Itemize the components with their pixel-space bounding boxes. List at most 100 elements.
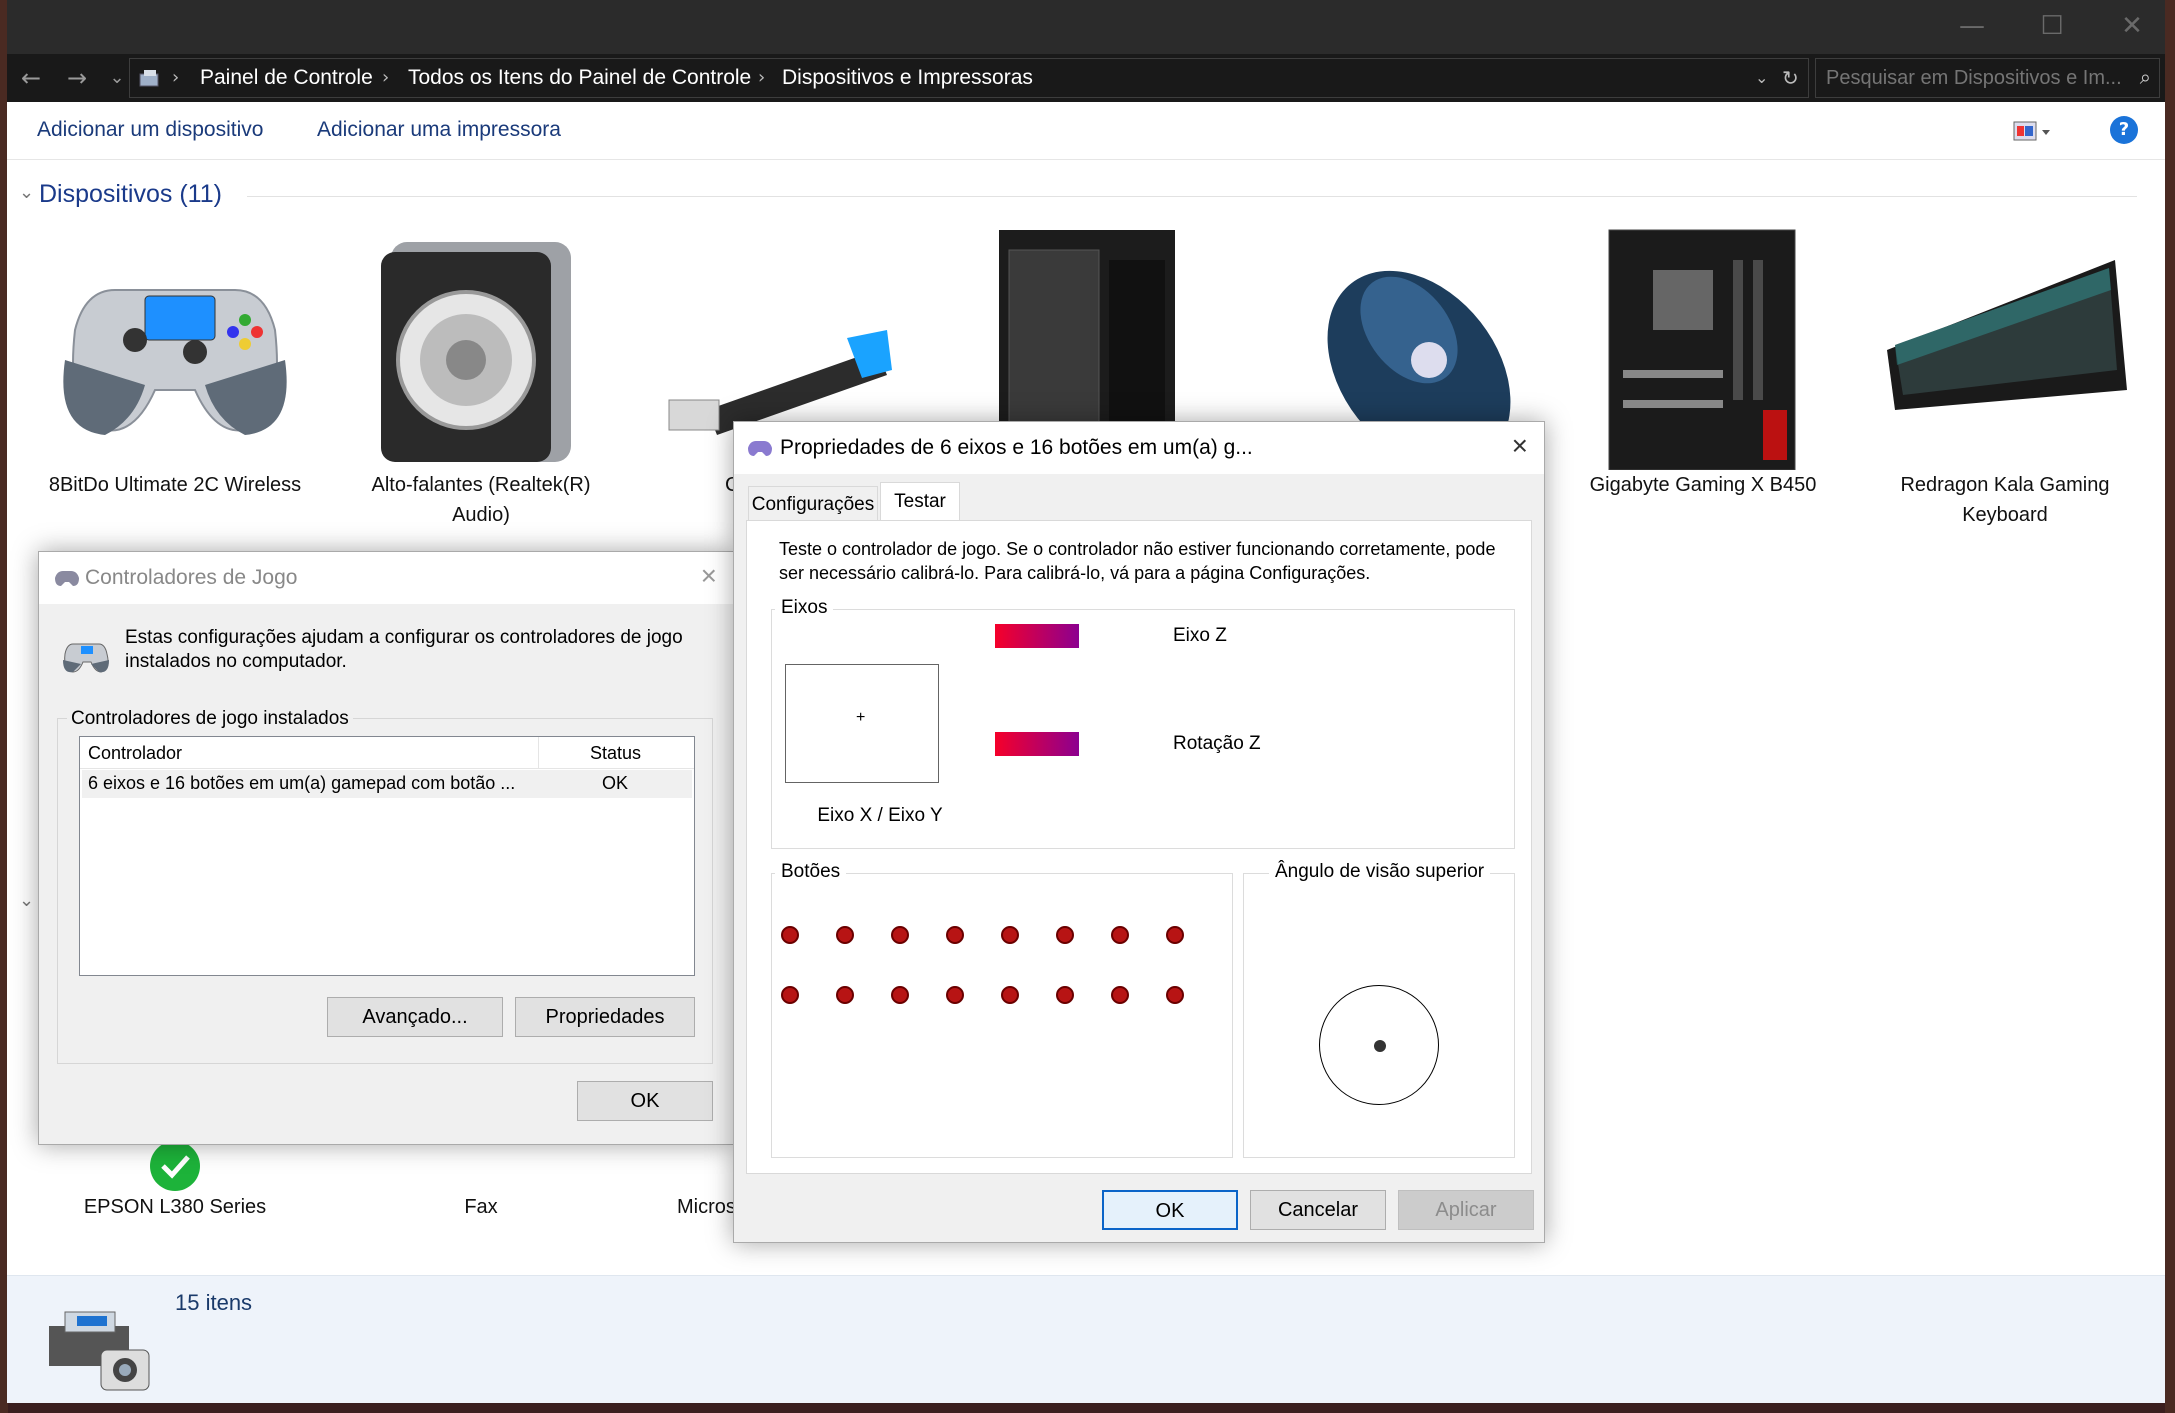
advanced-button[interactable]: Avançado... [327,997,503,1037]
button-indicator-2 [836,926,854,944]
breadcrumb-separator-icon: › [758,67,766,88]
ok-button[interactable]: OK [1102,1190,1238,1230]
xy-axis-label: Eixo X / Eixo Y [817,805,943,826]
add-device-button[interactable]: Adicionar um dispositivo [37,118,263,142]
controller-properties-dialog: Propriedades de 6 eixos e 16 botões em u… [733,421,1545,1243]
button-indicator-13 [1001,986,1019,1004]
button-indicator-11 [891,986,909,1004]
address-bar[interactable]: › Painel de Controle › Todos os Itens do… [129,58,1809,98]
cancel-button[interactable]: Cancelar [1250,1190,1386,1230]
search-box[interactable]: ⌕ [1815,58,2160,98]
close-icon[interactable]: × [701,560,717,592]
default-check-icon [150,1141,200,1191]
test-tab-panel: Teste o controlador de jogo. Se o contro… [746,520,1532,1174]
desktop-background-right [2165,0,2175,1413]
instructions-text: Teste o controlador de jogo. Se o contro… [779,539,1496,583]
pov-hat-indicator [1319,985,1439,1105]
breadcrumb-control-panel[interactable]: Painel de Controle [200,59,373,97]
group-divider [247,196,2137,197]
ok-button[interactable]: OK [577,1081,713,1121]
tab-configuracoes[interactable]: Configurações [748,486,878,520]
buttons-group [771,873,1233,1158]
button-indicator-12 [946,986,964,1004]
column-header-controller[interactable]: Controlador [88,743,182,764]
devices-group-header[interactable]: Dispositivos (11) [39,180,222,209]
device-name: Redragon Kala Gaming Keyboard [1900,474,2110,526]
apply-button[interactable]: Aplicar [1398,1190,1534,1230]
controller-name: 6 eixos e 16 botões em um(a) gamepad com… [88,773,516,793]
search-icon: ⌕ [2139,65,2151,89]
controllers-list[interactable]: Controlador Status 6 eixos e 16 botões e… [79,736,695,976]
breadcrumb-all-items[interactable]: Todos os Itens do Painel de Controle [408,59,751,97]
buttons-label: Botões [775,861,847,883]
device-name: Gigabyte Gaming X B450 [1589,474,1817,496]
forward-icon[interactable]: → [59,54,95,102]
device-name: Alto-falantes (Realtek(R) Audio) [371,474,591,526]
minimize-icon[interactable]: — [1932,6,2012,46]
z-rotation-bar [995,732,1079,756]
gamepad-icon [63,643,109,673]
gamepad-icon [63,289,287,435]
motherboard-icon [1608,229,1796,471]
column-divider [538,737,539,769]
pov-label: Ângulo de visão superior [1269,861,1491,883]
control-panel-icon [139,70,159,87]
breadcrumb-separator-icon: › [172,67,180,88]
crosshair: + [856,709,866,726]
button-indicator-8 [1166,926,1184,944]
printer-tile-fax[interactable]: Fax [341,1192,621,1222]
button-indicator-5 [1001,926,1019,944]
breadcrumb-devices-printers[interactable]: Dispositivos e Impressoras [782,59,1033,97]
button-indicator-4 [946,926,964,944]
device-name: 8BitDo Ultimate 2C Wireless [48,474,302,496]
dialog-title-bar: Controladores de Jogo × [39,552,733,604]
dialog-description: Estas configurações ajudam a configurar … [125,627,683,672]
close-icon[interactable]: × [1512,430,1528,462]
add-printer-button[interactable]: Adicionar uma impressora [317,118,561,142]
button-indicator-9 [781,986,799,1004]
xy-axis-box: + [785,664,939,783]
collapse-printers-icon[interactable]: ⌄ [19,890,34,911]
button-indicator-15 [1111,986,1129,1004]
button-indicator-16 [1166,986,1184,1004]
command-bar: Adicionar um dispositivo Adicionar uma i… [7,102,2165,160]
search-input[interactable] [1816,59,2159,97]
printer-name: Fax [464,1196,498,1218]
dialog-title-bar: Propriedades de 6 eixos e 16 botões em u… [734,422,1544,474]
refresh-icon[interactable]: ↻ [1782,59,1799,97]
device-tile-motherboard[interactable]: Gigabyte Gaming X B450 [1563,220,1843,500]
table-row[interactable]: 6 eixos e 16 botões em um(a) gamepad com… [82,770,692,798]
button-indicator-1 [781,926,799,944]
title-bar: — ☐ ✕ [7,0,2165,54]
tab-testar[interactable]: Testar [880,482,960,522]
help-icon[interactable]: ? [2110,116,2138,144]
device-tile-gamepad[interactable]: 8BitDo Ultimate 2C Wireless [35,220,315,500]
column-header-status[interactable]: Status [590,743,641,764]
game-controllers-dialog: Controladores de Jogo × Estas configuraç… [38,551,734,1145]
list-header: Controlador Status [80,737,694,769]
speaker-icon [381,242,571,462]
z-axis-label: Eixo Z [1173,625,1227,646]
view-options-icon[interactable] [2012,120,2052,144]
z-axis-bar [995,624,1079,648]
button-indicator-3 [891,926,909,944]
maximize-icon[interactable]: ☐ [2012,6,2092,46]
gamepad-small-icon [55,571,79,586]
button-indicator-7 [1111,926,1129,944]
back-icon[interactable]: ← [13,54,49,102]
device-tile-keyboard[interactable]: Redragon Kala Gaming Keyboard [1865,220,2145,530]
collapse-devices-icon[interactable]: ⌄ [19,182,34,203]
properties-button[interactable]: Propriedades [515,997,695,1037]
status-bar: 15 itens [7,1275,2165,1403]
button-indicator-14 [1056,986,1074,1004]
controller-status: OK [602,773,629,793]
address-row: ← → ⌄ › Painel de Controle › Todos os It… [7,54,2165,102]
button-indicator-6 [1056,926,1074,944]
installed-controllers-label: Controladores de jogo instalados [67,708,353,730]
device-tile-speaker[interactable]: Alto-falantes (Realtek(R) Audio) [341,220,621,530]
printer-name: EPSON L380 Series [83,1196,267,1218]
axes-label: Eixos [775,597,834,619]
chevron-down-icon[interactable]: ⌄ [1755,59,1768,97]
item-count: 15 itens [175,1290,253,1315]
close-icon[interactable]: ✕ [2092,6,2172,46]
